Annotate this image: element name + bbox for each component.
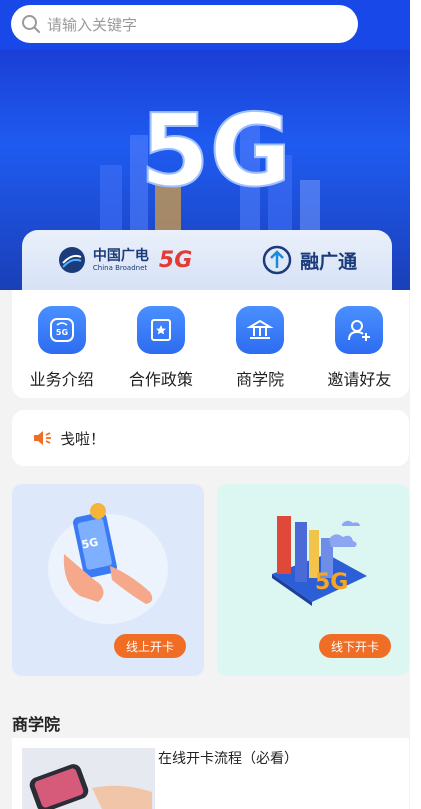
add-user-icon [335,306,384,354]
offline-open-button[interactable]: 线下开卡 [318,634,391,658]
menu-label: 邀请好友 [327,370,392,389]
quick-menu: 5G 业务介绍 合作政策 商学院 邀请好友 [12,290,409,398]
search-icon [22,15,40,33]
star-badge-icon [136,306,185,354]
5g-logo: 5G [139,91,285,200]
online-open-button[interactable]: 线上开卡 [113,634,186,658]
brand-en: China Broadnet [92,263,148,272]
svg-text:5G: 5G [140,92,285,200]
signal-5g-icon: 5G [37,306,86,354]
announcement-bar[interactable]: 戋啦！ [12,410,409,466]
top-bar: 请输入关键字 [0,0,421,50]
menu-item-invite-friends[interactable]: 邀请好友 [314,306,404,390]
online-open-card[interactable]: 5G 线上开卡 [12,484,204,676]
search-placeholder: 请输入关键字 [47,15,138,34]
menu-label: 合作政策 [128,370,193,389]
announcement-text: 戋啦！ [60,429,106,448]
brand-strip: 中国广电 China Broadnet 5G 融广通 [22,230,392,290]
china-broadnet-logo: 中国广电 China Broadnet 5G [57,245,192,275]
menu-item-business-intro[interactable]: 5G 业务介绍 [17,306,107,390]
broadnet-globe-icon [58,247,85,273]
banner[interactable]: 5G 中国广电 China Broadnet 5G 融广通 [0,50,421,290]
menu-item-academy[interactable]: 商学院 [215,306,305,390]
scroll-edge [410,0,421,809]
menu-item-cooperation-policy[interactable]: 合作政策 [116,306,206,390]
article-thumbnail [22,748,155,809]
phone-thumbnail-image [22,748,155,809]
svg-text:5G: 5G [315,570,348,595]
brand-cn: 中国广电 [92,247,149,264]
rongguangtong-logo: 融广通 [262,245,357,275]
rongguangtong-icon [262,245,292,275]
svg-text:5G: 5G [56,328,68,337]
menu-label: 业务介绍 [29,370,94,389]
city-phone-illustration: 5G [272,516,367,606]
speaker-icon [34,431,51,445]
menu-label: 商学院 [236,370,285,389]
brand-5g: 5G [158,247,193,273]
phone-hand-illustration: 5G [48,503,168,624]
article-item[interactable]: 在线开卡流程（必看） [12,738,409,809]
search-input[interactable]: 请输入关键字 [11,5,358,43]
institution-icon [236,306,285,354]
academy-section-title: 商学院 [12,715,61,734]
offline-open-card[interactable]: 5G 线下开卡 [217,484,409,676]
article-title: 在线开卡流程（必看） [158,751,298,767]
partner-name: 融广通 [300,250,358,273]
